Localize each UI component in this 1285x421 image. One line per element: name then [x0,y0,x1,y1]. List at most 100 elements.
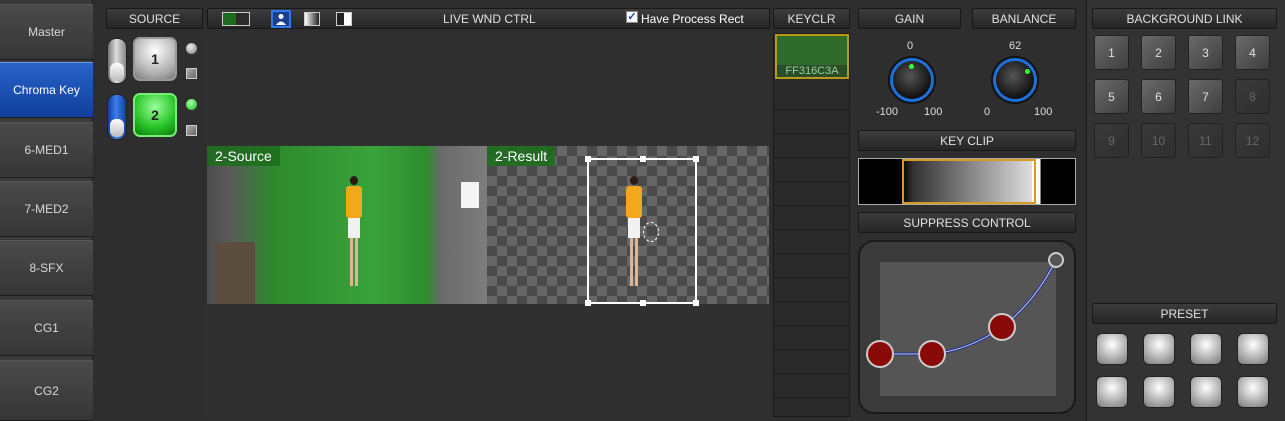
source-1-rocker[interactable] [107,38,127,84]
gain-knob[interactable] [890,58,934,102]
key-color-value: FF316C3A [777,65,847,77]
balance-title: BANLANCE [991,11,1057,26]
preset-button[interactable] [1190,376,1222,408]
light-shape [461,182,479,208]
background-link-button-3[interactable]: 3 [1188,35,1223,70]
gain-max: 100 [924,106,943,118]
background-link-button-9[interactable]: 9 [1094,123,1129,158]
preset-button[interactable] [1096,376,1128,408]
process-rect-checkbox[interactable]: ✓ [626,11,638,23]
source-2-rocker[interactable] [107,94,127,140]
background-link-button-12[interactable]: 12 [1235,123,1270,158]
background-link-button-label: 5 [1108,89,1115,104]
background-link-button-label: 1 [1108,45,1115,60]
balance-knob[interactable] [993,58,1037,102]
source-2-button[interactable]: 2 [133,93,177,137]
keyclr-row[interactable] [774,158,849,182]
keyclr-row[interactable] [774,182,849,206]
keyclr-row[interactable] [774,230,849,254]
suppress-curve-graph[interactable] [860,242,1074,412]
gain-header: GAIN [858,8,961,29]
suppress-curve-panel [858,240,1076,414]
chair-shape [215,242,255,304]
keyclr-row[interactable] [774,206,849,230]
source-1-led-icon [186,43,197,54]
key-clip-gradient[interactable] [858,158,1076,205]
gain-title: GAIN [894,11,925,26]
background-link-button-label: 11 [1199,133,1212,148]
background-link-button-4[interactable]: 4 [1235,35,1270,70]
source-2-square-icon[interactable] [186,125,197,136]
background-link-button-label: 7 [1202,89,1209,104]
background-link-button-label: 10 [1151,133,1166,148]
keyclr-header: KEYCLR [773,8,850,29]
nav-item-chroma-key[interactable]: Chroma Key [0,62,93,118]
keyclr-row[interactable] [774,374,849,398]
result-preview: 2-Result [487,146,769,306]
keyclr-row[interactable] [774,350,849,374]
background-link-button-11[interactable]: 11 [1188,123,1223,158]
background-link-button-5[interactable]: 5 [1094,79,1129,114]
keyclr-row[interactable] [774,110,849,134]
half-mask-icon[interactable] [336,12,352,26]
layout-split-icon[interactable] [222,12,250,26]
background-link-button-label: 4 [1249,45,1256,60]
background-link-button-7[interactable]: 7 [1188,79,1223,114]
keyclr-row[interactable] [774,254,849,278]
live-wnd-toolbar: LIVE WND CTRL ✓ Have Process Rect [207,8,770,29]
nav-item-7-med2[interactable]: 7-MED2 [0,181,93,237]
result-preview-label: 2-Result [487,146,556,166]
background-link-button-label: 12 [1245,133,1260,148]
source-preview-label: 2-Source [207,146,280,166]
gain-min: -100 [876,106,899,118]
suppress-header: SUPPRESS CONTROL [858,212,1076,233]
nav-item-cg1[interactable]: CG1 [0,300,93,356]
nav-item-8-sfx[interactable]: 8-SFX [0,240,93,296]
balance-max: 100 [1034,106,1053,118]
preset-title: PRESET [1160,306,1209,321]
key-clip-header: KEY CLIP [858,130,1076,151]
keyclr-title: KEYCLR [787,11,836,26]
preset-button[interactable] [1096,333,1128,365]
preset-header: PRESET [1092,303,1277,324]
curve-handle-end [1048,252,1064,268]
background-link-button-6[interactable]: 6 [1141,79,1176,114]
background-link-button-1[interactable]: 1 [1094,35,1129,70]
preset-button[interactable] [1190,333,1222,365]
nav-item-cg2[interactable]: CG2 [0,360,93,421]
nav-item-label: Master [28,25,65,39]
preset-button[interactable] [1143,333,1175,365]
curve-area [880,262,1056,396]
background-link-button-8[interactable]: 8 [1235,79,1270,114]
rocker-knob [110,63,124,81]
source-1-button[interactable]: 1 [133,37,177,81]
preset-button[interactable] [1143,376,1175,408]
live-wnd-title: LIVE WND CTRL [443,12,536,26]
preset-button[interactable] [1237,333,1269,365]
preset-button[interactable] [1237,376,1269,408]
gradient-icon[interactable] [304,12,320,26]
source-2-led-icon [186,99,197,110]
source-1-square-icon[interactable] [186,68,197,79]
background-link-button-2[interactable]: 2 [1141,35,1176,70]
curve-handle-3 [988,313,1016,341]
nav-item-6-med1[interactable]: 6-MED1 [0,122,93,178]
keyclr-row[interactable] [774,86,849,110]
background-link-header: BACKGROUND LINK [1092,8,1277,29]
nav-item-master[interactable]: Master [0,4,93,60]
keyclr-row[interactable] [774,326,849,350]
curve-handle-1 [866,340,894,368]
balance-min: 0 [984,106,991,118]
key-color-swatch[interactable]: FF316C3A [775,34,849,79]
preview-area[interactable]: 2-Source 2-Result [207,33,769,417]
knob-indicator-icon [909,64,914,69]
background-link-button-10[interactable]: 10 [1141,123,1176,158]
keyclr-row[interactable] [774,302,849,326]
background-link-button-label: 2 [1155,45,1162,60]
keyclr-row[interactable] [774,134,849,158]
person-icon[interactable] [271,10,291,28]
key-clip-range[interactable] [902,159,1036,204]
nav-item-label: CG1 [34,321,59,335]
keyclr-row[interactable] [774,278,849,302]
source-2-label: 2 [151,107,159,123]
